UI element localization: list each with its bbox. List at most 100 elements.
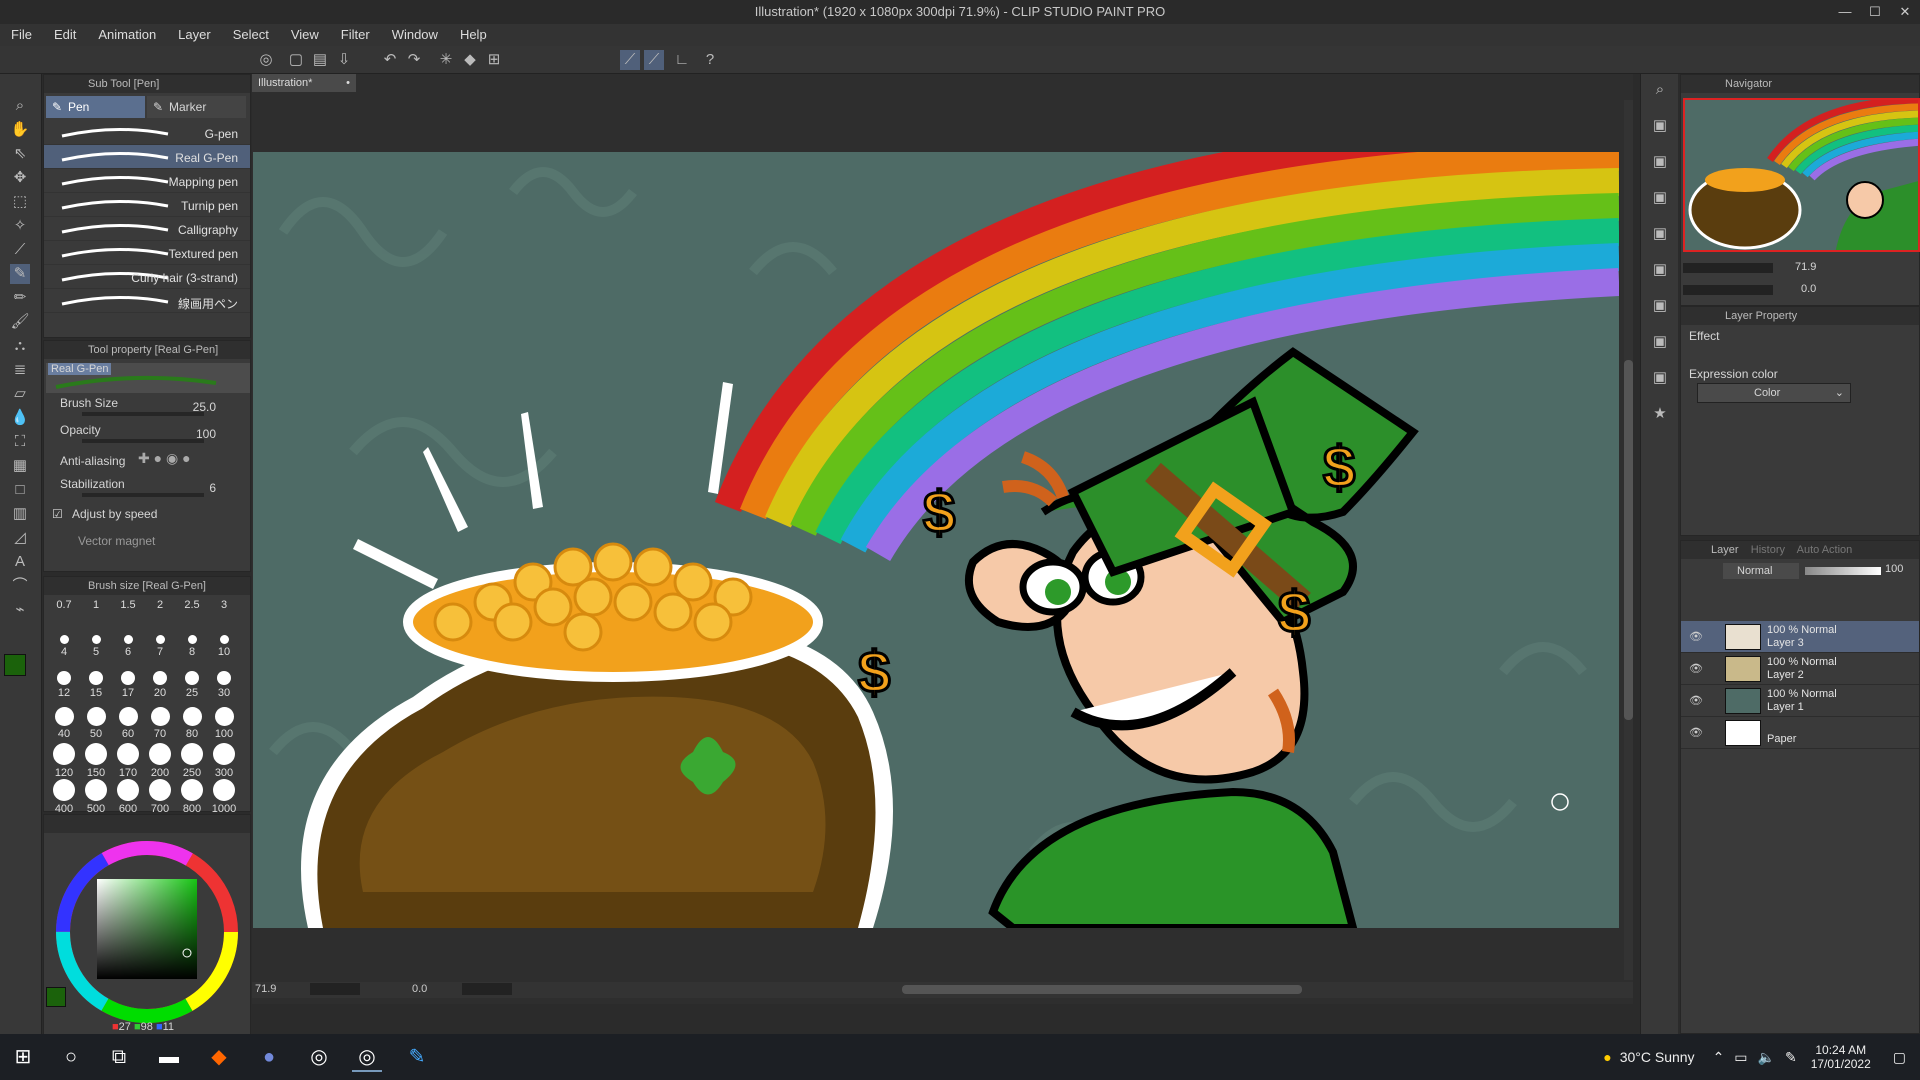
layer-row[interactable]: 👁 100 % Normal Layer 2 [1681,653,1919,685]
windows-start-icon[interactable]: ⊞ [8,1042,38,1072]
adjust-speed-checkbox[interactable]: ☑ [52,507,63,521]
brush-size-cell[interactable]: 15 [80,671,112,699]
eye-icon[interactable]: 👁 [1689,726,1703,739]
volume-icon[interactable]: 🔈 [1758,1049,1775,1066]
pen-tool-icon[interactable]: ✎ [10,264,30,284]
material-icon[interactable]: ▣ [1650,368,1670,388]
material-icon[interactable]: ▣ [1650,260,1670,280]
brush-size-cell[interactable]: 250 [176,743,208,779]
brush-size-row[interactable]: Brush Size 25.0 [44,393,250,420]
brush-size-cell[interactable]: 1000 [208,779,240,815]
zoom-value[interactable]: 71.9 [255,983,276,995]
maximize-button[interactable]: ☐ [1860,0,1890,24]
zoom-icon[interactable]: ⌕ [10,96,30,116]
brush-size-cell[interactable]: 30 [208,671,240,699]
task-view-icon[interactable]: ⧉ [104,1042,134,1072]
pencil-icon[interactable]: ✏ [10,288,30,308]
decoration-icon[interactable]: ≣ [10,360,30,380]
vertical-scrollbar[interactable] [1624,100,1633,980]
balloon-icon[interactable]: ⌒ [10,576,30,596]
close-button[interactable]: ✕ [1890,0,1920,24]
pen-icon[interactable]: ✎ [1785,1049,1797,1066]
search-icon[interactable]: ○ [56,1042,86,1072]
document-tab[interactable]: Illustration* • [252,74,356,92]
brush-size-cell[interactable]: 4 [48,635,80,658]
menu-animation[interactable]: Animation [87,24,167,46]
brush-size-cell[interactable]: 70 [144,707,176,740]
stabilization-row[interactable]: Stabilization 6 [44,474,250,501]
layer-opacity-slider[interactable] [1805,567,1881,575]
brush-size-cell[interactable]: 40 [48,707,80,740]
menu-view[interactable]: View [280,24,330,46]
tab-history[interactable]: History [1751,544,1785,556]
discord-icon[interactable]: ● [254,1042,284,1072]
eye-icon[interactable]: 👁 [1689,630,1703,643]
tab-layer[interactable]: Layer [1711,544,1739,556]
brush-item[interactable]: Real G-Pen [44,145,250,169]
menu-layer[interactable]: Layer [167,24,222,46]
vector-magnet-row[interactable]: Vector magnet [44,528,250,555]
correct-line-icon[interactable]: ⌁ [10,600,30,620]
zoom-slider[interactable] [310,983,360,995]
color-wheel[interactable] [52,837,242,1027]
brush-size-cell[interactable]: 120 [48,743,80,779]
brush-size-cell[interactable]: 0.7 [48,599,80,611]
clip-studio-icon[interactable]: ◎ [304,1042,334,1072]
brush-item[interactable]: Calligraphy [44,217,250,241]
navigator-rotation-slider[interactable] [1683,285,1773,295]
blend-icon[interactable]: 💧 [10,408,30,428]
menu-filter[interactable]: Filter [330,24,381,46]
transform-icon[interactable]: ⊞ [484,50,504,70]
layer-opacity-value[interactable]: 100 [1885,563,1903,575]
brush-item[interactable]: Textured pen [44,241,250,265]
material-icon[interactable]: ▣ [1650,152,1670,172]
selection-icon[interactable]: ⬚ [10,192,30,212]
brush-size-cell[interactable]: 1 [80,599,112,611]
paint-app-icon[interactable]: ✎ [402,1042,432,1072]
weather-temp[interactable]: 30°C [1620,1049,1651,1065]
brush-icon[interactable]: 🖌 [10,312,30,332]
auto-select-icon[interactable]: ✧ [10,216,30,236]
operation-icon[interactable]: ⇖ [10,144,30,164]
brush-item[interactable]: Mapping pen [44,169,250,193]
material-icon[interactable]: ▣ [1650,224,1670,244]
brush-size-cell[interactable]: 1.5 [112,599,144,611]
snap-special-ruler-icon[interactable]: ⟋ [644,50,664,70]
brush-size-cell[interactable]: 6 [112,635,144,658]
ruler-icon[interactable]: ◿ [10,528,30,548]
rotation-value[interactable]: 0.0 [412,983,427,995]
blend-mode-select[interactable]: Normal [1723,563,1799,579]
brush-size-cell[interactable]: 150 [80,743,112,779]
minimize-button[interactable]: — [1830,0,1860,24]
antialias-options-icon[interactable]: ✚ ● ◉ ● [138,450,191,467]
star-icon[interactable]: ★ [1650,404,1670,424]
tab-pen[interactable]: ✎ Pen [46,96,145,118]
snap-grid-icon[interactable]: ∟ [672,50,692,70]
navigator-thumbnail[interactable] [1683,98,1920,252]
menu-edit[interactable]: Edit [43,24,87,46]
brush-size-cell[interactable]: 17 [112,671,144,699]
tab-marker[interactable]: ✎ Marker [147,96,246,118]
brush-size-cell[interactable]: 7 [144,635,176,658]
clip-studio-paint-icon[interactable]: ◎ [352,1042,382,1072]
eyedropper-icon[interactable]: ⟋ [10,240,30,260]
main-color-swatch[interactable] [4,654,26,676]
expression-color-select[interactable]: Color ⌄ [1697,383,1851,403]
text-icon[interactable]: A [10,552,30,572]
eye-icon[interactable]: 👁 [1689,694,1703,707]
brush-size-cell[interactable]: 100 [208,707,240,740]
menu-select[interactable]: Select [222,24,280,46]
search-icon[interactable]: ⌕ [1650,80,1670,100]
brush-size-cell[interactable]: 170 [112,743,144,779]
clear-icon[interactable]: ✳ [436,50,456,70]
fill-bucket-icon[interactable]: ⛶ [10,432,30,452]
brush-size-cell[interactable]: 3 [208,599,240,611]
brush-size-cell[interactable]: 25 [176,671,208,699]
rotation-slider[interactable] [462,983,512,995]
navigator-zoom-value[interactable]: 71.9 [1795,261,1816,273]
tab-auto-action[interactable]: Auto Action [1797,544,1853,556]
fill-icon[interactable]: ◆ [460,50,480,70]
brush-size-cell[interactable]: 50 [80,707,112,740]
tray-chevron-icon[interactable]: ⌃ [1713,1049,1725,1066]
clip-studio-icon[interactable]: ◎ [256,50,276,70]
